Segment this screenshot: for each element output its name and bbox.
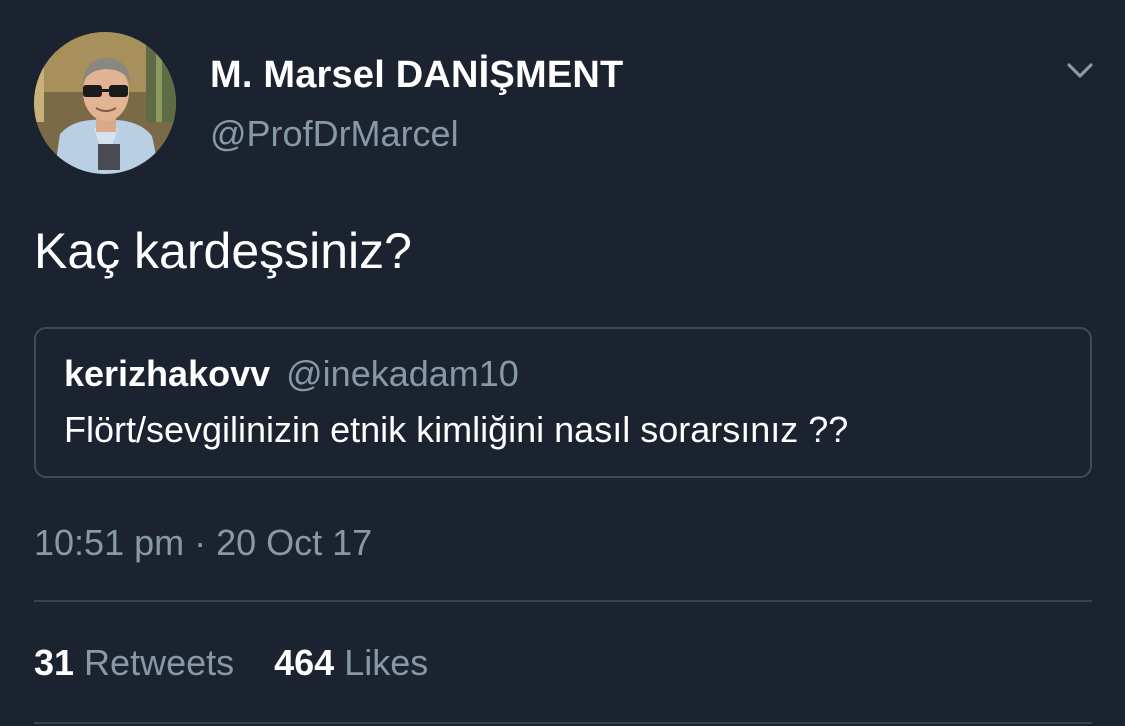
likes-stat[interactable]: 464 Likes bbox=[274, 642, 428, 684]
author-name[interactable]: M. Marsel DANİŞMENT bbox=[210, 54, 623, 97]
likes-label: Likes bbox=[344, 642, 429, 683]
author-handle[interactable]: @ProfDrMarcel bbox=[210, 113, 459, 155]
divider bbox=[34, 722, 1092, 724]
chevron-down-icon[interactable] bbox=[1062, 55, 1098, 85]
retweets-stat[interactable]: 31 Retweets bbox=[34, 642, 234, 684]
tweet-timestamp[interactable]: 10:51 pm · 20 Oct 17 bbox=[34, 522, 372, 564]
likes-count: 464 bbox=[274, 642, 335, 683]
avatar[interactable] bbox=[34, 32, 176, 174]
divider bbox=[34, 600, 1092, 602]
avatar-image bbox=[34, 32, 176, 174]
quoted-author-handle: @inekadam10 bbox=[286, 353, 519, 394]
quoted-tweet-card[interactable]: kerizhakovv @inekadam10 Flört/sevgiliniz… bbox=[34, 327, 1092, 478]
retweets-count: 31 bbox=[34, 642, 75, 683]
retweets-label: Retweets bbox=[84, 642, 235, 683]
tweet-detail: M. Marsel DANİŞMENT @ProfDrMarcel Kaç ka… bbox=[0, 0, 1125, 726]
quoted-tweet-text: Flört/sevgilinizin etnik kimliğini nasıl… bbox=[64, 409, 849, 450]
quoted-author-name: kerizhakovv bbox=[64, 353, 271, 394]
quoted-tweet-header: kerizhakovv @inekadam10 bbox=[64, 353, 519, 395]
tweet-stats: 31 Retweets 464 Likes bbox=[34, 642, 428, 684]
tweet-text: Kaç kardeşsiniz? bbox=[34, 223, 412, 279]
